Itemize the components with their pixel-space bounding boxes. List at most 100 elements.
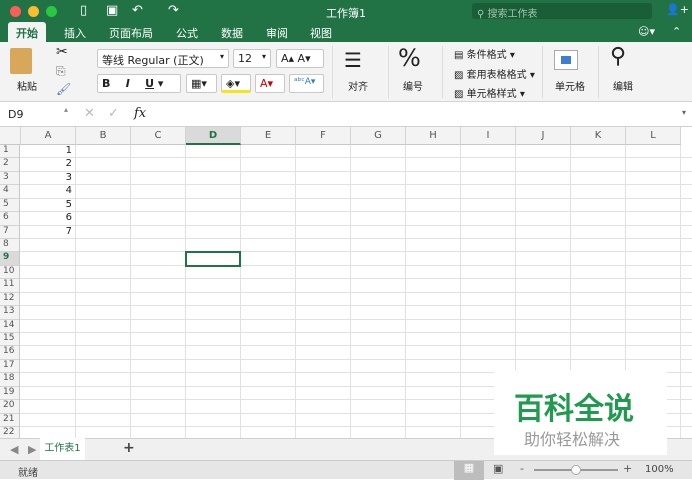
font-color-button[interactable]: A▾ bbox=[255, 74, 285, 93]
fx-icon[interactable]: fx bbox=[134, 106, 146, 121]
cell-A7[interactable]: 7 bbox=[21, 226, 72, 239]
feedback-icon[interactable]: ☺▾ bbox=[638, 25, 655, 38]
row-header[interactable]: 10 bbox=[0, 265, 20, 280]
row-header[interactable]: 8 bbox=[0, 239, 20, 253]
paste-label: 粘贴 bbox=[17, 82, 37, 93]
column-header[interactable]: A bbox=[21, 127, 76, 145]
tab-formulas[interactable]: 公式 bbox=[176, 25, 198, 41]
table-format-button[interactable]: ▨ 套用表格格式 ▾ bbox=[454, 66, 535, 81]
collapse-ribbon-icon[interactable]: ⌃ bbox=[672, 25, 681, 38]
cells-icon[interactable] bbox=[554, 50, 578, 70]
font-grow-shrink[interactable]: A▴ A▾ bbox=[276, 49, 324, 68]
title-bar: ▯ ▣ ↶ ↷ 工作簿1 ⚲ 搜索工作表 👤+ bbox=[0, 0, 692, 22]
font-size-value: 12 bbox=[238, 52, 252, 65]
bold-button[interactable]: B bbox=[102, 77, 110, 90]
borders-button[interactable]: ▦▾ bbox=[186, 74, 217, 93]
column-header[interactable]: J bbox=[516, 127, 571, 145]
column-header[interactable]: L bbox=[626, 127, 681, 145]
column-header[interactable]: C bbox=[131, 127, 186, 145]
column-header[interactable]: G bbox=[351, 127, 406, 145]
row-header[interactable]: 7 bbox=[0, 225, 20, 239]
row-header[interactable]: 22 bbox=[0, 427, 20, 438]
add-sheet-button[interactable]: + bbox=[123, 440, 135, 456]
cell-A2[interactable]: 2 bbox=[21, 158, 72, 171]
row-header[interactable]: 3 bbox=[0, 171, 20, 186]
row-header[interactable]: 18 bbox=[0, 373, 20, 387]
align-icon[interactable]: ☰ bbox=[344, 48, 362, 72]
select-all-corner[interactable] bbox=[0, 127, 21, 145]
cell-A6[interactable]: 6 bbox=[21, 212, 72, 225]
cancel-icon[interactable]: ✕ bbox=[84, 106, 95, 121]
selected-cell[interactable] bbox=[185, 251, 241, 267]
column-header[interactable]: E bbox=[241, 127, 296, 145]
tab-insert[interactable]: 插入 bbox=[64, 25, 86, 41]
search-icon[interactable]: ⚲ bbox=[610, 44, 626, 69]
zoom-out-button[interactable]: - bbox=[520, 462, 524, 475]
name-box-stepper[interactable]: ▴ bbox=[64, 105, 68, 114]
expand-formula-icon[interactable]: ▾ bbox=[682, 108, 686, 117]
phonetic-button[interactable]: ᵃᵇᶜA▾ bbox=[289, 74, 324, 93]
cell-A1[interactable]: 1 bbox=[21, 145, 72, 158]
row-header[interactable]: 21 bbox=[0, 413, 20, 428]
row-header[interactable]: 2 bbox=[0, 158, 20, 172]
row-header[interactable]: 1 bbox=[0, 145, 20, 159]
cell-A3[interactable]: 3 bbox=[21, 172, 72, 185]
zoom-slider-thumb[interactable] bbox=[571, 465, 581, 475]
row-header[interactable]: 19 bbox=[0, 386, 20, 401]
zoom-in-button[interactable]: + bbox=[623, 462, 632, 475]
row-header[interactable]: 15 bbox=[0, 333, 20, 347]
formula-input[interactable] bbox=[160, 108, 680, 122]
row-header[interactable]: 6 bbox=[0, 212, 20, 226]
tab-home[interactable]: 开始 bbox=[8, 22, 46, 42]
font-name-select[interactable]: 等线 Regular (正文) ▾ bbox=[97, 49, 229, 68]
row-header[interactable]: 12 bbox=[0, 292, 20, 307]
fill-color-button[interactable]: ◈▾ bbox=[221, 74, 251, 93]
column-header[interactable]: F bbox=[296, 127, 351, 145]
next-sheet-icon[interactable]: ▶ bbox=[28, 443, 36, 456]
paste-icon[interactable] bbox=[10, 48, 32, 74]
normal-view-icon[interactable]: ▦ bbox=[454, 461, 484, 480]
row-header[interactable]: 14 bbox=[0, 319, 20, 333]
column-header[interactable]: B bbox=[76, 127, 131, 145]
underline-button[interactable]: U bbox=[145, 77, 154, 90]
row-header[interactable]: 20 bbox=[0, 400, 20, 414]
column-header[interactable]: H bbox=[406, 127, 461, 145]
name-box[interactable]: D9 bbox=[8, 108, 23, 121]
search-input[interactable]: ⚲ 搜索工作表 bbox=[472, 3, 652, 20]
prev-sheet-icon[interactable]: ◀ bbox=[10, 443, 18, 456]
conditional-format-button[interactable]: ▤ 条件格式 ▾ bbox=[454, 46, 515, 61]
row-header[interactable]: 9 bbox=[0, 252, 20, 266]
column-header[interactable]: D bbox=[186, 127, 241, 145]
copy-icon[interactable]: ⎘ bbox=[56, 64, 66, 79]
percent-icon[interactable]: % bbox=[398, 44, 421, 72]
row-header[interactable]: 4 bbox=[0, 185, 20, 199]
row-header[interactable]: 5 bbox=[0, 198, 20, 213]
tab-page-layout[interactable]: 页面布局 bbox=[109, 25, 153, 41]
ribbon: 粘贴 ✂ ⎘ 🖌 等线 Regular (正文) ▾ 12 ▾ A▴ A▾ B I … bbox=[0, 42, 692, 102]
page-layout-view-icon[interactable]: ▣ bbox=[493, 462, 503, 475]
enter-icon[interactable]: ✓ bbox=[108, 106, 119, 121]
edit-label: 编辑 bbox=[613, 82, 633, 93]
zoom-slider[interactable] bbox=[534, 465, 618, 475]
font-name-value: 等线 Regular (正文) bbox=[102, 54, 204, 67]
sheet-tab[interactable]: 工作表1 bbox=[40, 438, 85, 460]
row-header[interactable]: 11 bbox=[0, 279, 20, 293]
row-header[interactable]: 17 bbox=[0, 359, 20, 374]
row-header[interactable]: 13 bbox=[0, 306, 20, 320]
search-placeholder: 搜索工作表 bbox=[487, 9, 538, 20]
italic-button[interactable]: I bbox=[126, 77, 130, 90]
tab-view[interactable]: 视图 bbox=[310, 25, 332, 41]
cell-A5[interactable]: 5 bbox=[21, 199, 72, 212]
tab-data[interactable]: 数据 bbox=[221, 25, 243, 41]
column-header[interactable]: K bbox=[571, 127, 626, 145]
font-size-select[interactable]: 12 ▾ bbox=[233, 49, 271, 68]
format-painter-icon[interactable]: 🖌 bbox=[56, 82, 71, 96]
column-header[interactable]: I bbox=[461, 127, 516, 145]
tab-review[interactable]: 审阅 bbox=[266, 25, 288, 41]
share-icon[interactable]: 👤+ bbox=[666, 3, 689, 16]
cell-style-button[interactable]: ▨ 单元格样式 ▾ bbox=[454, 85, 525, 100]
row-header[interactable]: 16 bbox=[0, 346, 20, 360]
ribbon-tabs: 开始 插入 页面布局 公式 数据 审阅 视图 ☺▾ ⌃ bbox=[0, 22, 692, 42]
cut-icon[interactable]: ✂ bbox=[56, 44, 68, 60]
cell-A4[interactable]: 4 bbox=[21, 185, 72, 198]
